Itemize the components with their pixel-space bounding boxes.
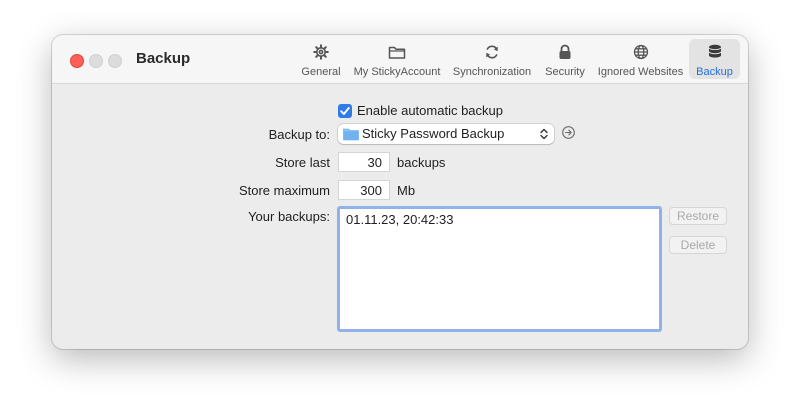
store-maximum-input[interactable]: 300 [338, 180, 390, 200]
tab-security-label: Security [545, 66, 585, 78]
backups-list[interactable]: 01.11.23, 20:42:33 [337, 206, 662, 332]
zoom-window-button[interactable] [108, 54, 122, 68]
database-icon [689, 44, 740, 60]
tab-my-stickyaccount-label: My StickyAccount [353, 66, 441, 78]
globe-icon [595, 44, 686, 60]
tab-general[interactable]: General [297, 39, 345, 79]
delete-button[interactable]: Delete [669, 236, 727, 254]
titlebar: Backup General My StickyAccount Synchron… [52, 35, 748, 84]
folder-icon [343, 128, 359, 141]
window-title: Backup [136, 50, 191, 67]
minimize-window-button[interactable] [89, 54, 103, 68]
store-maximum-label: Store maximum [238, 183, 330, 198]
arrow-circle-right-icon [562, 126, 575, 139]
store-last-label: Store last [275, 155, 330, 170]
sync-icon [450, 44, 534, 60]
folder-icon [350, 44, 444, 60]
tab-ignored-websites[interactable]: Ignored Websites [595, 39, 686, 79]
chevron-updown-icon [540, 128, 548, 140]
store-maximum-unit: Mb [397, 183, 416, 198]
tab-general-label: General [301, 66, 341, 78]
restore-button[interactable]: Restore [669, 207, 727, 225]
gear-icon [297, 44, 345, 60]
tab-synchronization-label: Synchronization [452, 66, 532, 78]
backup-to-label: Backup to: [268, 127, 330, 142]
tab-backup[interactable]: Backup [689, 39, 740, 79]
close-window-button[interactable] [70, 54, 84, 68]
store-last-unit: backups [397, 155, 446, 170]
checkmark-icon [340, 107, 350, 115]
preferences-window: Backup General My StickyAccount Synchron… [52, 35, 748, 349]
tab-ignored-websites-label: Ignored Websites [597, 66, 684, 78]
tab-my-stickyaccount[interactable]: My StickyAccount [350, 39, 444, 79]
backup-location-value: Sticky Password Backup [362, 126, 505, 141]
enable-backup-label: Enable automatic backup [357, 103, 503, 118]
lock-icon [540, 44, 590, 60]
tab-backup-label: Backup [696, 66, 733, 78]
tab-synchronization[interactable]: Synchronization [450, 39, 534, 79]
tab-security[interactable]: Security [540, 39, 590, 79]
your-backups-label: Your backups: [248, 209, 330, 224]
enable-backup-checkbox[interactable] [338, 104, 352, 118]
list-item[interactable]: 01.11.23, 20:42:33 [346, 212, 453, 227]
reveal-location-button[interactable] [562, 126, 575, 139]
store-last-input[interactable]: 30 [338, 152, 390, 172]
backup-location-popup[interactable]: Sticky Password Backup [338, 124, 554, 144]
